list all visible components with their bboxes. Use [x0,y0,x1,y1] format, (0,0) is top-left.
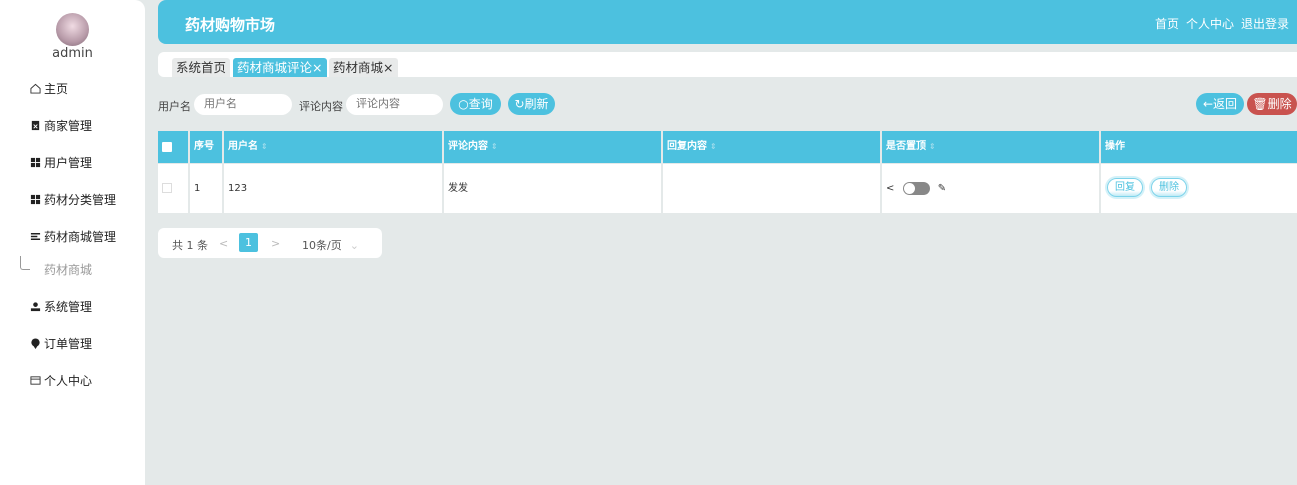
app-title: 药材购物市场 [185,16,276,34]
trash-icon: 🗑 [1252,97,1268,111]
chevron-down-icon: ⌄ [349,239,359,252]
cell-username: 123 [224,164,442,213]
reply-button[interactable]: 回复 [1107,178,1143,197]
close-icon[interactable]: × [312,60,322,75]
sidebar-item-home[interactable]: 主页 [30,80,68,97]
pin-icon [31,338,40,349]
header-content[interactable]: 评论内容 ⇕ [444,131,661,163]
header: 药材购物市场 首页 个人中心 退出登录 [158,0,1297,44]
header-username[interactable]: 用户名 ⇕ [224,131,442,163]
edit-icon[interactable]: ✎ [938,183,946,194]
tab-mall-comments[interactable]: 药材商城评论× [233,58,327,77]
sidebar-item-profile[interactable]: 个人中心 [30,372,92,389]
arrow-left-icon: ← [1202,97,1214,111]
row-delete-button[interactable]: 删除 [1151,178,1187,197]
menu-label: 主页 [44,82,69,96]
nav-home-link[interactable]: 首页 [1155,15,1179,32]
username-label: admin [52,46,93,61]
menu-label: 个人中心 [44,374,93,388]
pinned-toggle[interactable] [902,181,930,195]
menu-label: 系统管理 [44,300,93,314]
username-input[interactable] [194,94,292,115]
pagination: 共 1 条 < 1 > 10条/页 ⌄ [158,228,382,258]
sort-icon: ⇕ [491,142,498,151]
user-icon [30,302,41,312]
tab-system-home[interactable]: 系统首页 [172,58,231,77]
prev-page-button[interactable]: < [219,237,228,250]
submenu-line [20,256,30,270]
sidebar-item-category[interactable]: 药材分类管理 [30,191,116,208]
content-label: 评论内容 [299,100,343,113]
avatar[interactable] [56,13,89,46]
delete-button[interactable]: 🗑删除 [1247,93,1297,115]
cell-content: 发发 [444,164,661,213]
logout-link[interactable]: 退出登录 [1241,15,1289,32]
header-index: 序号 [190,131,222,163]
sidebar-item-orders[interactable]: 订单管理 [30,335,92,352]
select-all-cell [158,131,188,163]
header-reply[interactable]: 回复内容 ⇕ [663,131,880,163]
next-page-button[interactable]: > [271,237,280,250]
header-actions: 操作 [1101,131,1297,163]
table-row [158,164,188,213]
clipboard-icon [31,120,40,131]
content-input[interactable] [346,94,443,115]
home-icon [30,83,41,94]
share-icon: < [886,183,895,194]
sort-icon: ⇕ [710,142,717,151]
sidebar-item-users[interactable]: 用户管理 [30,154,92,171]
sidebar-subitem-mall[interactable]: 药材商城 [44,261,92,278]
page-size-select[interactable]: 10条/页 ⌄ [302,237,359,253]
menu-label: 用户管理 [44,156,93,170]
select-all-checkbox[interactable] [162,142,172,152]
total-count: 共 1 条 [172,239,208,252]
menu-label: 药材分类管理 [44,193,117,207]
search-icon: ○ [458,97,469,111]
sidebar-item-merchant[interactable]: 商家管理 [30,117,92,134]
cell-actions: 回复 删除 [1101,164,1297,213]
tab-mall[interactable]: 药材商城× [329,58,398,77]
nav-profile-link[interactable]: 个人中心 [1186,15,1234,32]
close-icon[interactable]: × [383,60,393,75]
cell-pinned: < ✎ [882,164,1099,213]
sidebar: admin 主页 商家管理 用户管理 药材分类管理 药材商城管理 药材商城 系统… [0,0,145,485]
refresh-button[interactable]: ↻刷新 [508,93,555,115]
sort-icon: ⇕ [929,142,936,151]
page-1-button[interactable]: 1 [239,233,258,252]
cell-index: 1 [190,164,222,213]
list-icon [30,233,41,240]
refresh-icon: ↻ [514,97,525,111]
sort-icon: ⇕ [261,142,268,151]
sidebar-item-mall[interactable]: 药材商城管理 [30,228,116,245]
grid-icon [30,157,41,168]
query-button[interactable]: ○查询 [450,93,501,115]
menu-label: 订单管理 [44,337,93,351]
tabs-bar: 系统首页 药材商城评论× 药材商城× [158,52,1297,77]
grid-icon [30,194,41,205]
sidebar-item-system[interactable]: 系统管理 [30,298,92,315]
back-button[interactable]: ←返回 [1196,93,1244,115]
username-label: 用户名 [158,100,191,113]
header-pinned[interactable]: 是否置顶 ⇕ [882,131,1099,163]
wallet-icon [30,376,41,385]
menu-label: 商家管理 [44,119,93,133]
menu-label: 药材商城管理 [44,230,117,244]
row-checkbox[interactable] [162,183,172,193]
cell-reply [663,164,880,213]
